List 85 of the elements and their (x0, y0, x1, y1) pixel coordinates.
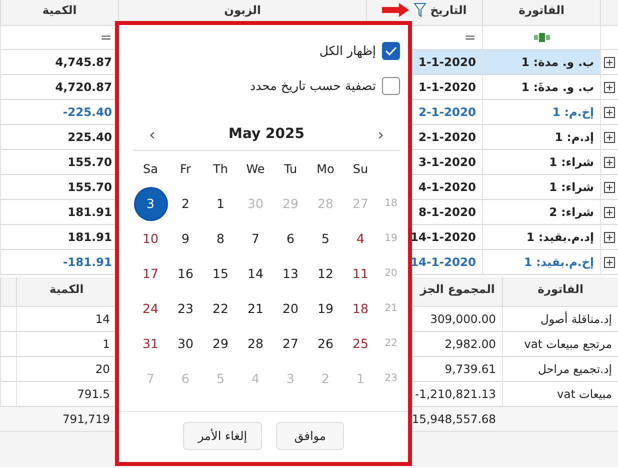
expand-icon[interactable] (604, 82, 615, 92)
calendar-day[interactable]: 10 (134, 222, 166, 254)
calendar-day[interactable]: 31 (134, 328, 166, 360)
column-header[interactable]: التاريخ (430, 3, 467, 17)
calendar-day[interactable]: 23 (170, 292, 202, 324)
expand-icon[interactable] (604, 232, 615, 242)
table-cell: إخ.م.بقيد: 1 (482, 250, 600, 275)
table-cell: إد.م: 1 (482, 125, 600, 150)
week-number: 18 (384, 198, 398, 209)
weekday-label: Th (213, 162, 228, 176)
calendar-day[interactable]: 15 (204, 258, 236, 290)
expand-icon[interactable] (604, 132, 615, 142)
calendar-day[interactable]: 17 (134, 258, 166, 290)
expand-icon[interactable] (604, 156, 615, 168)
expand-icon[interactable] (604, 182, 615, 192)
week-number: 23 (384, 373, 398, 384)
filter-operator[interactable]: = (100, 30, 112, 46)
calendar-day[interactable]: 30 (170, 328, 202, 360)
total-cell: 15,948,557.68 (412, 407, 502, 432)
table-cell: مرتجع مبيعات vat (502, 332, 618, 357)
previous-month-button[interactable]: ‹ (149, 124, 156, 144)
calendar-day[interactable]: 12 (310, 258, 342, 290)
expand-icon[interactable] (604, 106, 615, 118)
column-header[interactable]: الفاتورة (502, 277, 618, 307)
weekday-label: Fr (180, 162, 191, 176)
calendar-day[interactable]: 9 (170, 222, 202, 254)
calendar-day[interactable]: 28 (240, 328, 272, 360)
calendar-day[interactable]: 24 (134, 292, 166, 324)
week-number: 19 (384, 233, 398, 244)
table-cell: شراء: 2 (482, 200, 600, 225)
weekday-label: Su (352, 162, 368, 176)
calendar-day[interactable]: 8 (204, 222, 236, 254)
empty-cell (0, 332, 16, 357)
calendar-day[interactable]: 27 (274, 328, 306, 360)
empty-cell (0, 357, 16, 382)
calendar-day[interactable]: 19 (310, 292, 342, 324)
calendar-day[interactable]: 1 (204, 188, 236, 220)
checkbox[interactable] (382, 42, 400, 60)
next-month-button[interactable]: › (378, 124, 384, 144)
calendar-day[interactable]: 22 (204, 292, 236, 324)
filter-icon[interactable] (414, 3, 426, 17)
checkbox[interactable] (382, 76, 400, 94)
calendar-day[interactable]: 20 (274, 292, 306, 324)
weekday-label: Sa (143, 162, 158, 176)
week-number: 22 (384, 338, 398, 349)
calendar-day[interactable]: 26 (310, 328, 342, 360)
calendar-day[interactable]: 16 (170, 258, 202, 290)
calendar-day[interactable]: 29 (204, 328, 236, 360)
check-icon (385, 46, 397, 56)
table-cell: إخ.م: 1 (482, 100, 600, 125)
calendar-day[interactable]: 14 (240, 258, 272, 290)
calendar-day[interactable]: 5 (310, 222, 342, 254)
table-cell: ب. و. مدةَ: 1 (482, 75, 600, 100)
weekday-label: Tu (284, 162, 298, 176)
filter-operator[interactable]: = (464, 30, 476, 46)
week-number: 21 (384, 303, 398, 314)
ok-button[interactable]: موافق (276, 422, 344, 450)
calendar-day[interactable]: 6 (274, 222, 306, 254)
table-cell: شراء: 1 (482, 175, 600, 200)
weekday-label: Mo (316, 162, 334, 176)
calendar-day[interactable]: 2 (170, 188, 202, 220)
cancel-button[interactable]: إلغاء الأمر (182, 422, 262, 450)
expand-icon[interactable] (604, 56, 615, 68)
text-filter-icon[interactable] (534, 33, 550, 42)
expand-icon[interactable] (604, 256, 615, 268)
calendar-day[interactable]: 7 (240, 222, 272, 254)
expand-icon[interactable] (604, 206, 615, 218)
total-cell: 791,719 (16, 407, 116, 432)
month-title[interactable]: May 2025 (228, 126, 304, 142)
calendar-day[interactable]: 3 (134, 188, 166, 220)
table-cell: ب. و. مدة: 1 (482, 50, 600, 75)
table-cell: إد.تجميع مراحل (502, 357, 618, 382)
calendar-day[interactable]: 13 (274, 258, 306, 290)
column-header[interactable]: المجموع الجز (412, 277, 502, 307)
arrow-icon (382, 3, 410, 17)
column-header[interactable]: الكمية (16, 277, 116, 307)
table-cell: شراء: 1 (482, 150, 600, 175)
calendar-day[interactable]: 25 (344, 328, 376, 360)
calendar-day[interactable]: 21 (240, 292, 272, 324)
calendar-day[interactable]: 18 (344, 292, 376, 324)
table-cell: إد.مناقلة أصول (502, 307, 618, 332)
weekday-label: We (246, 162, 265, 176)
column-header[interactable]: الفاتورة (482, 0, 600, 26)
table-cell: إد.م.بقيد: 1 (482, 225, 600, 250)
column-header[interactable]: الكمية (0, 0, 118, 26)
